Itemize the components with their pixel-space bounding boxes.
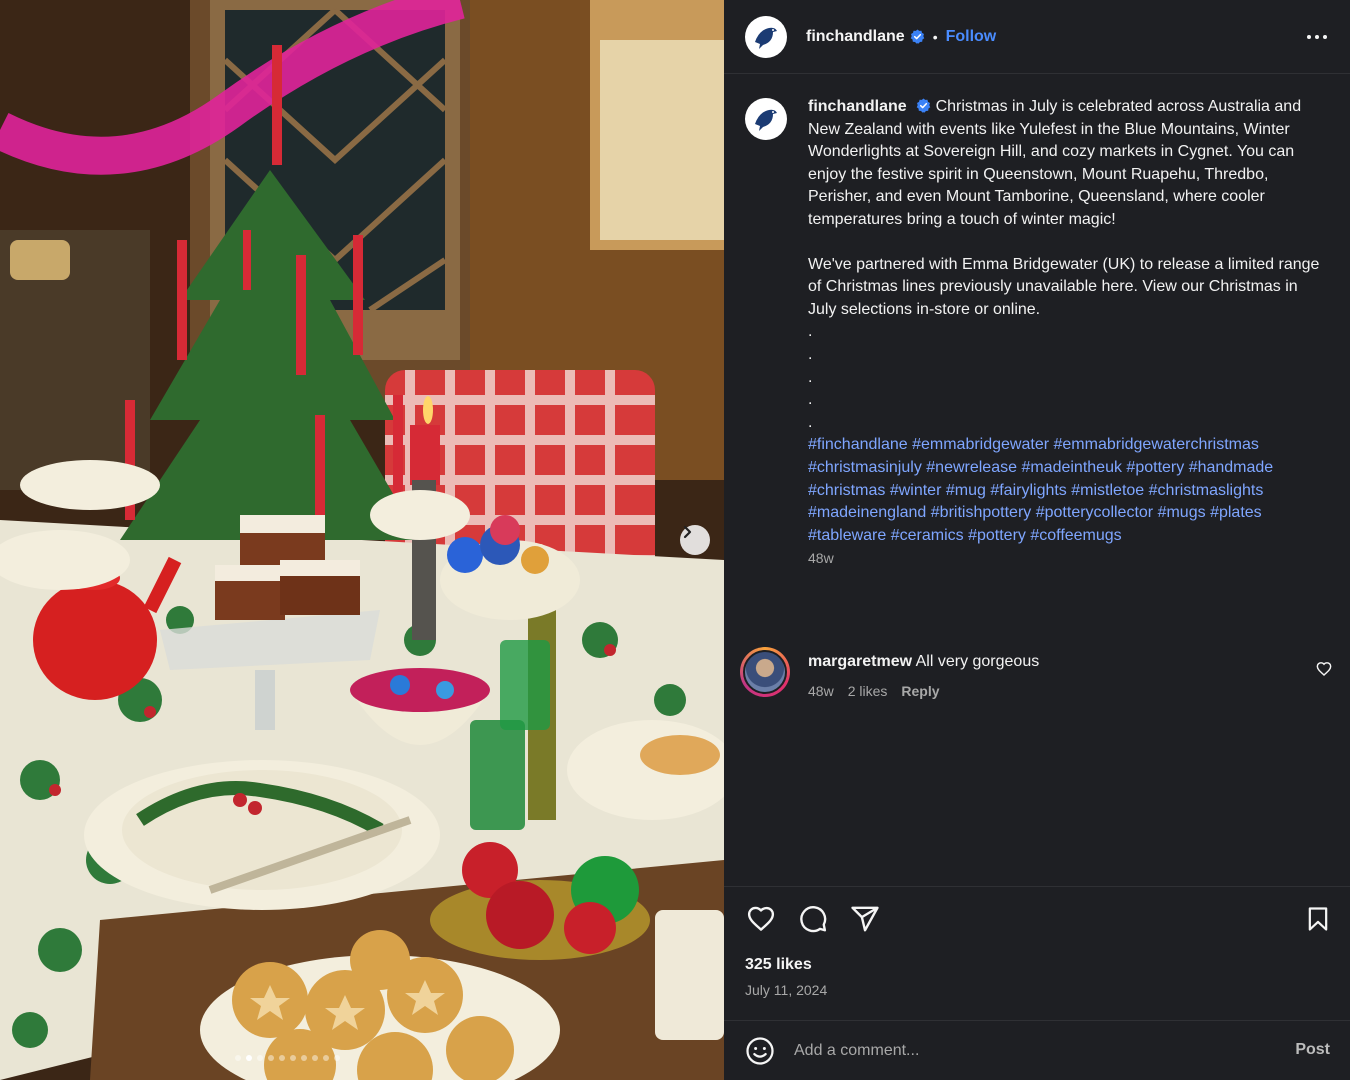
like-button[interactable]	[745, 903, 777, 935]
likes-count[interactable]: 325 likes	[745, 956, 812, 974]
carousel-indicator	[0, 1055, 649, 1061]
hashtag-link[interactable]: #mistletoe	[1071, 482, 1144, 499]
comment-body: margaretmew All very gorgeous 48w 2 like…	[808, 647, 1039, 699]
emoji-icon[interactable]	[745, 1036, 775, 1066]
carousel-dot	[267, 1055, 274, 1061]
save-button[interactable]	[1302, 903, 1334, 935]
caption-paragraph-2: We've partnered with Emma Bridgewater (U…	[808, 255, 1320, 318]
share-button[interactable]	[849, 903, 881, 935]
bird-logo-icon	[755, 27, 777, 49]
hashtag-link[interactable]: #mugs	[1158, 504, 1206, 521]
post-date: July 11, 2024	[745, 982, 828, 998]
hashtag-link[interactable]: #mug	[946, 482, 986, 499]
hashtag-link[interactable]: #fairylights	[990, 482, 1066, 499]
carousel-dot	[289, 1055, 296, 1061]
comment-meta: 48w 2 likes Reply	[808, 683, 1039, 699]
hashtag-link[interactable]: #britishpottery	[931, 504, 1032, 521]
caption-text: finchandlane Christmas in July is celebr…	[808, 96, 1328, 570]
hashtag-link[interactable]: #pottery	[1126, 459, 1184, 476]
post-comment-button[interactable]: Post	[1295, 1041, 1330, 1059]
hashtag-link[interactable]: #madeintheuk	[1021, 459, 1122, 476]
hashtag-link[interactable]: #coffeemugs	[1030, 527, 1121, 544]
caption-time-ago: 48w	[808, 550, 834, 567]
hashtag-link[interactable]: #tableware	[808, 527, 886, 544]
hashtag-link[interactable]: #winter	[890, 482, 942, 499]
hashtag-link[interactable]: #christmas	[808, 482, 885, 499]
carousel-dot	[311, 1055, 318, 1061]
carousel-dot	[333, 1055, 340, 1061]
comment-item: margaretmew All very gorgeous 48w 2 like…	[740, 647, 1340, 699]
comment-reply-button[interactable]: Reply	[901, 683, 939, 699]
carousel-next-button[interactable]	[680, 525, 710, 555]
share-icon	[851, 906, 879, 932]
caption-dot: .	[808, 323, 813, 341]
more-options-icon[interactable]	[1306, 26, 1328, 48]
post-photo[interactable]	[0, 0, 724, 1080]
caption-dot: .	[808, 345, 813, 363]
comment-time-ago: 48w	[808, 683, 834, 699]
caption-hashtags: #finchandlane #emmabridgewater #emmabrid…	[808, 434, 1328, 547]
carousel-dot	[300, 1055, 307, 1061]
carousel-dot	[245, 1055, 252, 1061]
christmas-table-illustration	[0, 0, 724, 1080]
comment-username[interactable]: margaretmew	[808, 653, 912, 670]
caption-username[interactable]: finchandlane	[808, 98, 907, 115]
hashtag-link[interactable]: #newrelease	[926, 459, 1017, 476]
hashtag-link[interactable]: #potterycollector	[1036, 504, 1153, 521]
carousel-next-icon	[683, 525, 692, 539]
caption-dot: .	[808, 368, 813, 386]
hashtag-link[interactable]: #ceramics	[891, 527, 964, 544]
commenter-avatar[interactable]	[740, 647, 790, 697]
verified-badge-icon	[916, 98, 931, 113]
hashtag-link[interactable]: #pottery	[968, 527, 1026, 544]
hashtag-link[interactable]: #handmade	[1189, 459, 1274, 476]
post-action-bar	[745, 903, 881, 935]
hashtag-link[interactable]: #christmasinjuly	[808, 459, 922, 476]
hashtag-link[interactable]: #christmaslights	[1149, 482, 1264, 499]
hashtag-link[interactable]: #plates	[1210, 504, 1262, 521]
comment-input[interactable]	[794, 1035, 1264, 1066]
verified-badge-icon	[910, 29, 924, 44]
bookmark-icon	[1308, 907, 1328, 931]
comment-button[interactable]	[797, 903, 829, 935]
header-separator: •	[932, 28, 938, 45]
post-caption: finchandlane Christmas in July is celebr…	[745, 96, 1330, 570]
heart-icon	[747, 906, 775, 931]
comment-text: All very gorgeous	[915, 653, 1040, 670]
hashtag-link[interactable]: #madeinengland	[808, 504, 926, 521]
add-comment-bar: Post	[724, 1020, 1350, 1080]
comment-likes[interactable]: 2 likes	[848, 683, 888, 699]
comment-heart-icon[interactable]	[1316, 661, 1332, 677]
comment-icon	[800, 906, 827, 933]
carousel-dot	[322, 1055, 329, 1061]
caption-dot: .	[808, 413, 813, 431]
carousel-dot	[278, 1055, 285, 1061]
actions-divider	[724, 886, 1350, 887]
follow-button[interactable]: Follow	[946, 28, 997, 46]
caption-dot: .	[808, 391, 813, 409]
bird-logo-icon	[755, 109, 777, 131]
hashtag-link[interactable]: #emmabridgewaterchristmas	[1054, 436, 1259, 453]
carousel-dot	[234, 1055, 241, 1061]
post-header: finchandlane • Follow	[724, 0, 1350, 74]
caption-author-avatar[interactable]	[745, 98, 787, 140]
post-details-panel: finchandlane • Follow finchandlane Chris…	[724, 0, 1350, 1080]
caption-dot-lines: . . . . .	[808, 321, 1328, 434]
caption-paragraph-1: Christmas in July is celebrated across A…	[808, 98, 1302, 228]
author-username[interactable]: finchandlane	[806, 28, 905, 46]
carousel-dot	[256, 1055, 263, 1061]
hashtag-link[interactable]: #finchandlane	[808, 436, 908, 453]
hashtag-link[interactable]: #emmabridgewater	[912, 436, 1049, 453]
author-avatar[interactable]	[745, 15, 787, 58]
